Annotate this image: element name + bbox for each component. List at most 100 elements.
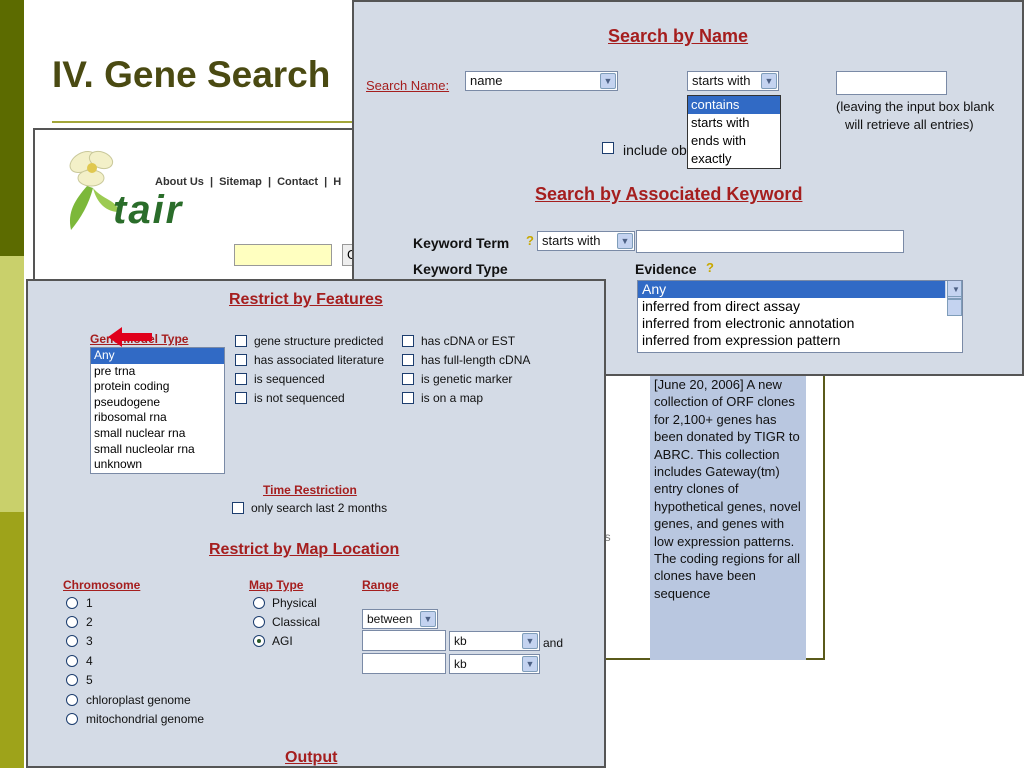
radio-chromosome-3[interactable] bbox=[66, 635, 78, 647]
chevron-down-icon[interactable]: ▼ bbox=[761, 73, 777, 89]
keyword-term-input[interactable] bbox=[636, 230, 904, 253]
range-end-unit-select[interactable]: kb ▼ bbox=[449, 654, 540, 674]
radio-label: Classical bbox=[272, 615, 321, 629]
tair-nav-about[interactable]: About Us bbox=[155, 176, 204, 188]
gene-model-option[interactable]: Any bbox=[91, 348, 224, 364]
evidence-option[interactable]: inferred from direct assay bbox=[638, 298, 962, 315]
radio-map-physical[interactable] bbox=[253, 597, 265, 609]
chevron-down-icon[interactable]: ▼ bbox=[617, 233, 633, 249]
radio-label: 4 bbox=[86, 654, 93, 668]
tair-nav-sitemap[interactable]: Sitemap bbox=[219, 176, 262, 188]
check-label: has full-length cDNA bbox=[421, 353, 531, 367]
radio-label: 5 bbox=[86, 673, 93, 687]
search-name-label[interactable]: Search Name: bbox=[366, 78, 449, 93]
radio-label: mitochondrial genome bbox=[86, 712, 205, 726]
checkbox-has-cdna-or-est[interactable] bbox=[402, 335, 414, 347]
range-mode-select[interactable]: between ▼ bbox=[362, 609, 438, 629]
radio-mitochondrial[interactable] bbox=[66, 713, 78, 725]
checkbox-has-full-length-cdna[interactable] bbox=[402, 354, 414, 366]
slide-bar-middle bbox=[0, 256, 24, 512]
range-start-unit-select[interactable]: kb ▼ bbox=[449, 631, 540, 651]
scroll-down-icon[interactable]: ▼ bbox=[947, 281, 962, 297]
gene-model-option[interactable]: ribosomal rna bbox=[91, 410, 224, 426]
match-option-contains[interactable]: contains bbox=[688, 96, 780, 114]
help-icon[interactable]: ? bbox=[706, 260, 714, 275]
tair-nav-contact[interactable]: Contact bbox=[277, 176, 318, 188]
help-icon[interactable]: ? bbox=[526, 233, 534, 248]
evidence-option[interactable]: inferred from expression pattern bbox=[638, 332, 962, 349]
gene-model-option[interactable]: small nuclear rna bbox=[91, 426, 224, 442]
radio-label: AGI bbox=[272, 634, 293, 648]
gene-model-option[interactable]: pseudogene bbox=[91, 395, 224, 411]
chevron-down-icon[interactable]: ▼ bbox=[522, 633, 538, 649]
radio-map-agi[interactable] bbox=[253, 635, 265, 647]
radio-chromosome-2[interactable] bbox=[66, 616, 78, 628]
include-obsolete-checkbox[interactable] bbox=[602, 142, 614, 154]
gene-model-option[interactable]: pre trna bbox=[91, 364, 224, 380]
radio-label: 2 bbox=[86, 615, 93, 629]
time-restriction-label[interactable]: Time Restriction bbox=[263, 483, 357, 497]
keyword-match-value: starts with bbox=[542, 233, 601, 248]
evidence-listbox[interactable]: Any inferred from direct assay inferred … bbox=[637, 280, 963, 353]
map-type-label[interactable]: Map Type bbox=[249, 578, 303, 592]
chevron-down-icon[interactable]: ▼ bbox=[522, 656, 538, 672]
range-end-input[interactable] bbox=[362, 653, 446, 674]
match-type-select[interactable]: starts with ▼ bbox=[687, 71, 779, 91]
radio-label: chloroplast genome bbox=[86, 693, 191, 707]
checkbox-is-genetic-marker[interactable] bbox=[402, 373, 414, 385]
checkbox-is-on-a-map[interactable] bbox=[402, 392, 414, 404]
search-by-name-heading: Search by Name bbox=[608, 26, 749, 46]
news-panel: is [June 20, 2006] A new collection of O… bbox=[600, 360, 825, 660]
radio-map-classical[interactable] bbox=[253, 616, 265, 628]
gene-model-type-listbox[interactable]: Any pre trna protein coding pseudogene r… bbox=[90, 347, 225, 474]
tair-logo[interactable]: tair bbox=[113, 188, 183, 233]
keyword-term-label: Keyword Term bbox=[413, 235, 510, 251]
radio-chloroplast[interactable] bbox=[66, 694, 78, 706]
match-option-starts-with[interactable]: starts with bbox=[688, 114, 780, 132]
match-option-ends-with[interactable]: ends with bbox=[688, 132, 780, 150]
tair-nav-sep: | bbox=[209, 176, 214, 188]
evidence-option[interactable]: inferred from electronic annotation bbox=[638, 315, 962, 332]
gene-model-option[interactable]: protein coding bbox=[91, 379, 224, 395]
chevron-down-icon[interactable]: ▼ bbox=[420, 611, 436, 627]
match-option-exactly[interactable]: exactly bbox=[688, 150, 780, 168]
tair-search-input[interactable] bbox=[234, 244, 332, 266]
checkbox-last-2-months[interactable] bbox=[232, 502, 244, 514]
range-label[interactable]: Range bbox=[362, 578, 399, 592]
keyword-match-select[interactable]: starts with ▼ bbox=[537, 231, 635, 251]
radio-chromosome-5[interactable] bbox=[66, 674, 78, 686]
checkbox-is-sequenced[interactable] bbox=[235, 373, 247, 385]
evidence-scrollbar[interactable]: ▲ ▼ bbox=[945, 281, 962, 316]
range-start-unit-value: kb bbox=[454, 634, 467, 648]
check-label: has cDNA or EST bbox=[421, 334, 516, 348]
gene-model-option[interactable]: unknown bbox=[91, 457, 224, 473]
match-type-value: starts with bbox=[692, 73, 751, 88]
range-start-input[interactable] bbox=[362, 630, 446, 651]
checkbox-gene-structure-predicted[interactable] bbox=[235, 335, 247, 347]
slide-title: IV. Gene Search bbox=[52, 54, 331, 95]
search-name-field-select[interactable]: name ▼ bbox=[465, 71, 618, 91]
time-restriction-check-label: only search last 2 months bbox=[251, 501, 388, 515]
chevron-down-icon[interactable]: ▼ bbox=[600, 73, 616, 89]
gene-model-option[interactable]: small nucleolar rna bbox=[91, 442, 224, 458]
check-label: gene structure predicted bbox=[254, 334, 384, 348]
checkbox-has-associated-literature[interactable] bbox=[235, 354, 247, 366]
search-name-input[interactable] bbox=[836, 71, 947, 95]
search-by-keyword-heading: Search by Associated Keyword bbox=[535, 184, 803, 204]
and-label: and bbox=[543, 636, 564, 650]
title-underline bbox=[52, 121, 352, 123]
slide-bar-top bbox=[0, 0, 24, 256]
check-label: is genetic marker bbox=[421, 372, 513, 386]
checkbox-is-not-sequenced[interactable] bbox=[235, 392, 247, 404]
hint-line-2: will retrieve all entries) bbox=[845, 117, 974, 132]
keyword-type-label: Keyword Type bbox=[413, 261, 508, 277]
check-label: is not sequenced bbox=[254, 391, 345, 405]
radio-chromosome-4[interactable] bbox=[66, 655, 78, 667]
chromosome-label[interactable]: Chromosome bbox=[63, 578, 140, 592]
restrict-features-heading: Restrict by Features bbox=[229, 291, 383, 308]
radio-label: 3 bbox=[86, 634, 93, 648]
radio-chromosome-1[interactable] bbox=[66, 597, 78, 609]
scroll-thumb[interactable] bbox=[947, 299, 962, 316]
tair-nav-more[interactable]: H bbox=[333, 176, 341, 188]
evidence-option[interactable]: Any bbox=[638, 281, 962, 298]
